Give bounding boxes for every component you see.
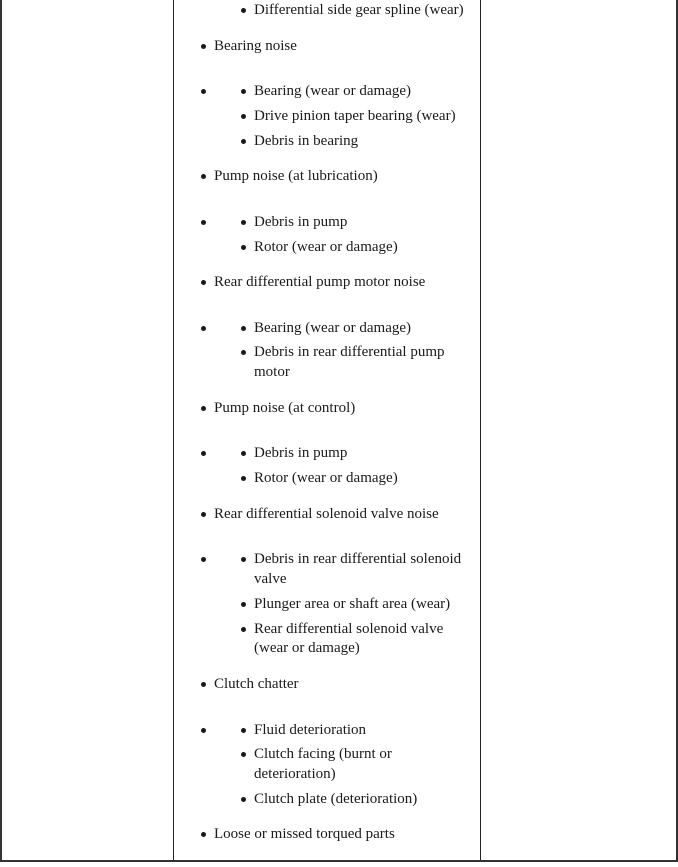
cause-item: (wear or damage) [254,640,360,656]
cause-item: Differential side gear spline (wear) [254,2,464,18]
table-border-left [0,0,2,861]
cause-item: Rear differential solenoid valve [254,621,444,637]
cause-bullet-icon [241,451,246,456]
symptom-item: Clutch chatter [214,676,299,692]
cause-item: Debris in bearing [254,133,359,149]
cause-item: Debris in pump [254,445,348,461]
cause-item: Clutch facing (burnt or [254,746,392,762]
symptom-bullet-icon [201,174,206,179]
table-border-bottom [0,860,678,862]
cause-item: Rotor (wear or damage) [254,470,398,486]
cause-item: Drive pinion taper bearing (wear) [254,108,456,124]
symptom-item: Pump noise (at control) [214,400,356,416]
cause-item: Rotor (wear or damage) [254,239,398,255]
cause-item: Fluid deterioration [254,722,367,738]
symptom-bullet-icon [201,44,206,49]
cause-item: Bearing (wear or damage) [254,320,412,336]
cause-bullet-icon [241,326,246,331]
symptom-item: Bearing noise [214,38,297,54]
symptom-bullet-icon [201,682,206,687]
symptom-item: Pump noise (at lubrication) [214,168,378,184]
cause-bullet-icon [241,89,246,94]
group-bullet-icon [201,220,206,225]
group-bullet-icon [201,89,206,94]
cause-item: Clutch plate (deterioration) [254,791,418,807]
symptom-item: Rear differential pump motor noise [214,274,426,290]
column-divider-1 [173,0,174,861]
group-bullet-icon [201,451,206,456]
cause-item: Debris in rear differential solenoid [254,551,462,567]
cause-item: deterioration) [254,766,336,782]
cause-bullet-icon [241,114,246,119]
symptom-bullet-icon [201,406,206,411]
cause-bullet-icon [241,245,246,250]
symptom-item: Rear differential solenoid valve noise [214,506,439,522]
group-bullet-icon [201,326,206,331]
cause-item: Plunger area or shaft area (wear) [254,596,451,612]
group-bullet-icon [201,728,206,733]
cause-bullet-icon [241,627,246,632]
column-divider-2 [480,0,481,861]
cause-bullet-icon [241,752,246,757]
cause-bullet-icon [241,602,246,607]
cause-bullet-icon [241,8,246,13]
cause-item: Bearing (wear or damage) [254,83,412,99]
cause-bullet-icon [241,350,246,355]
cause-bullet-icon [241,728,246,733]
cause-bullet-icon [241,557,246,562]
cause-bullet-icon [241,476,246,481]
cause-bullet-icon [241,139,246,144]
symptom-item: Loose or missed torqued parts [214,826,395,842]
cause-bullet-icon [241,797,246,802]
symptom-bullet-icon [201,832,206,837]
symptom-bullet-icon [201,512,206,517]
cause-item: Debris in pump [254,214,348,230]
cause-item: motor [254,364,290,380]
cause-bullet-icon [241,220,246,225]
cause-item: Debris in rear differential pump [254,344,445,360]
symptom-bullet-icon [201,280,206,285]
group-bullet-icon [201,557,206,562]
cause-item: valve [254,571,287,587]
